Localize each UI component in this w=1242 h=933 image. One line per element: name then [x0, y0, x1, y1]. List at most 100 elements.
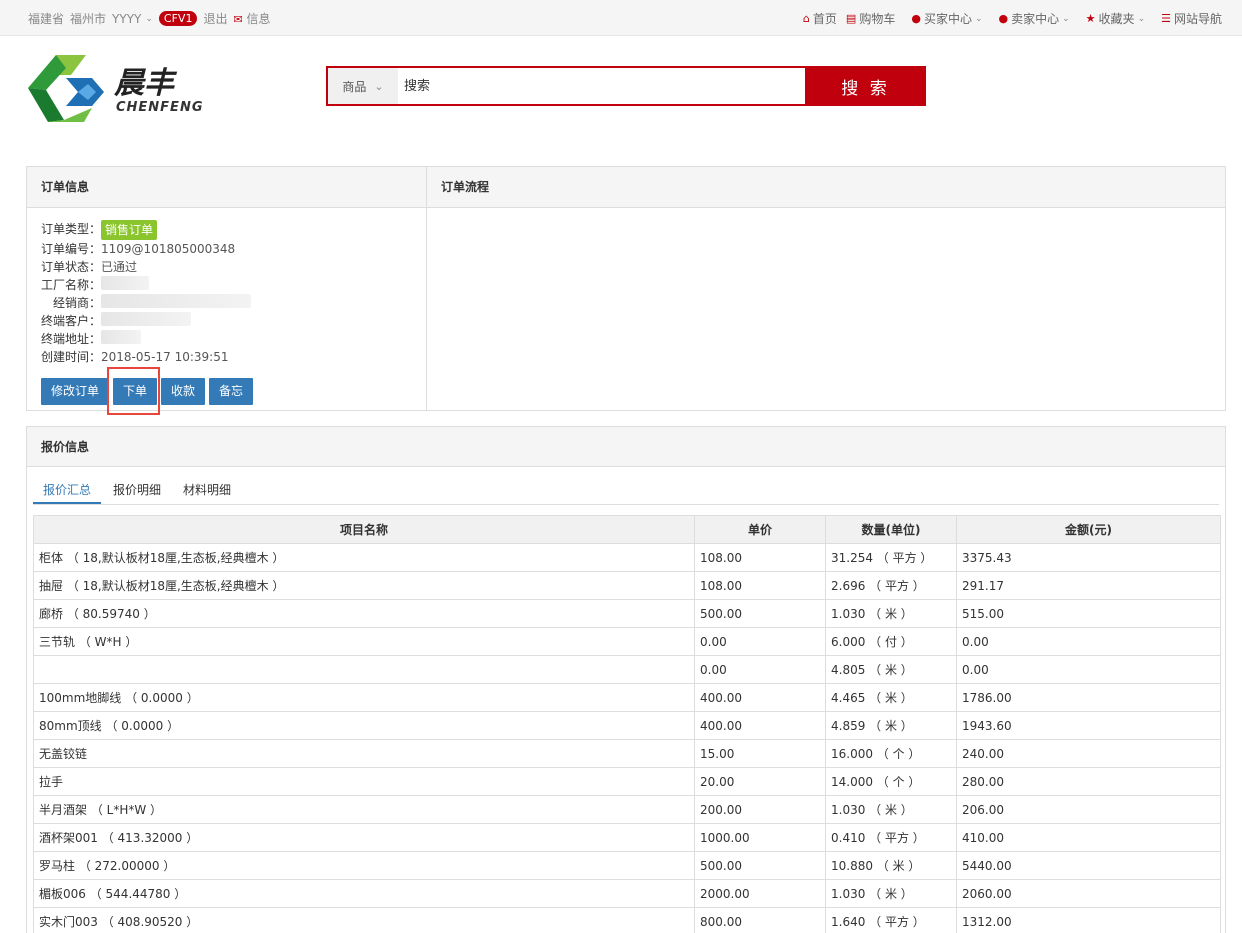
cell-unit-price: 108.00: [694, 543, 826, 572]
seller-center-menu[interactable]: ● 卖家中心 ⌄: [999, 10, 1070, 27]
cell-item-name: 无盖铰链: [33, 739, 695, 768]
table-row: 罗马柱 （ 272.00000 ） 500.00 10.880 （ 米 ） 5440.…: [33, 851, 1221, 880]
home-icon: ⌂: [802, 12, 810, 25]
search-input[interactable]: [398, 68, 805, 104]
customer-row: 终端客户：: [41, 312, 426, 330]
factory-label: 工厂名称：: [41, 278, 102, 292]
created-time-value: 2018-05-17 10:39:51: [101, 350, 229, 364]
buyer-center-label: 买家中心: [923, 12, 972, 26]
cell-item-name: 100mm地脚线 （ 0.0000 ）: [33, 683, 695, 712]
favorites-menu[interactable]: ★ 收藏夹 ⌄: [1086, 10, 1145, 27]
tab-material-detail[interactable]: 材料明细: [173, 477, 241, 504]
tab-quote-detail[interactable]: 报价明细: [103, 477, 171, 504]
col-item-name: 项目名称: [33, 515, 695, 544]
order-type-label: 订单类型：: [41, 222, 102, 236]
cell-amount: 410.00: [956, 823, 1221, 852]
table-row: 0.00 4.805 （ 米 ） 0.00: [33, 655, 1221, 684]
order-status-value: 已通过: [101, 260, 138, 274]
cell-item-name: 柜体 （ 18,默认板材18厘,生态板,经典檀木 ）: [33, 543, 695, 572]
table-row: 抽屉 （ 18,默认板材18厘,生态板,经典檀木 ） 108.00 2.696 （ …: [33, 571, 1221, 600]
home-link[interactable]: ⌂ 首页 ▤ 购物车: [803, 10, 895, 27]
city-label[interactable]: 福州市: [70, 10, 106, 27]
user-menu[interactable]: YYYY ⌄: [112, 12, 153, 26]
col-quantity: 数量(单位): [825, 515, 957, 544]
place-order-button[interactable]: 下单: [107, 367, 161, 415]
user-name: YYYY: [112, 11, 142, 26]
customer-label: 终端客户：: [41, 314, 102, 328]
redacted-value: [101, 276, 150, 290]
top-bar: 福建省 福州市 YYYY ⌄ CFV1 退出 ✉ 信息 ⌂ 首页 ▤ 购物车 ●…: [0, 0, 1242, 36]
seller-center-label: 卖家中心: [1011, 12, 1060, 26]
cell-item-name: 半月酒架 （ L*H*W ）: [33, 795, 695, 824]
factory-row: 工厂名称：: [41, 276, 426, 294]
cart-icon: ▤: [845, 12, 857, 25]
cell-amount: 280.00: [956, 767, 1221, 796]
table-row: 三节轨 （ W*H ） 0.00 6.000 （ 付 ） 0.00: [33, 627, 1221, 656]
level-badge: CFV1: [158, 11, 198, 26]
cell-quantity: 14.000 （ 个 ）: [825, 767, 957, 796]
site-logo[interactable]: 晨丰 CHENFENG: [26, 50, 226, 125]
order-flow-title: 订单流程: [427, 167, 1225, 208]
user-icon: ●: [998, 12, 1009, 25]
cell-unit-price: 0.00: [694, 655, 826, 684]
order-info-panel: 订单信息 订单类型： 销售订单 订单编号： 1109@101805000348 …: [26, 166, 427, 415]
collect-payment-button[interactable]: 收款: [161, 378, 206, 405]
order-no-row: 订单编号： 1109@101805000348: [41, 240, 426, 258]
cell-item-name: 廊桥 （ 80.59740 ）: [33, 599, 695, 628]
cell-amount: 1943.60: [956, 711, 1221, 740]
cell-quantity: 0.410 （ 平方 ）: [825, 823, 957, 852]
cell-unit-price: 1000.00: [694, 823, 826, 852]
memo-button[interactable]: 备忘: [209, 378, 254, 405]
chevron-down-icon: ⌄: [1062, 13, 1070, 24]
dealer-label: 经销商：: [53, 296, 102, 310]
address-row: 终端地址：: [41, 330, 426, 348]
cell-amount: 0.00: [956, 655, 1221, 684]
quote-title: 报价信息: [27, 427, 1225, 467]
search-button[interactable]: 搜 索: [805, 66, 926, 106]
cell-unit-price: 2000.00: [694, 879, 826, 908]
cell-item-name: 抽屉 （ 18,默认板材18厘,生态板,经典檀木 ）: [33, 571, 695, 600]
province-label[interactable]: 福建省: [28, 10, 64, 27]
messages-link[interactable]: ✉ 信息: [233, 10, 270, 27]
edit-order-button[interactable]: 修改订单: [41, 378, 110, 405]
logout-link[interactable]: 退出: [203, 10, 227, 27]
logo-english: CHENFENG: [116, 100, 204, 115]
user-icon: ●: [911, 12, 921, 25]
quote-table: 项目名称 单价 数量(单位) 金额(元) 柜体 （ 18,默认板材18厘,生态板…: [33, 515, 1221, 933]
cell-item-name: 酒杯架001 （ 413.32000 ）: [33, 823, 695, 852]
quote-tabs: 报价汇总 报价明细 材料明细: [33, 477, 1219, 505]
cell-unit-price: 20.00: [694, 767, 826, 796]
order-status-row: 订单状态： 已通过: [41, 258, 426, 276]
cell-unit-price: 800.00: [694, 907, 826, 933]
cart-label[interactable]: 购物车: [859, 10, 895, 27]
cell-quantity: 4.465 （ 米 ）: [825, 683, 957, 712]
table-row: 拉手 20.00 14.000 （ 个 ） 280.00: [33, 767, 1221, 796]
redacted-value: [101, 294, 252, 308]
cell-quantity: 4.805 （ 米 ）: [825, 655, 957, 684]
table-row: 酒杯架001 （ 413.32000 ） 1000.00 0.410 （ 平方 ） 4…: [33, 823, 1221, 852]
dealer-row: 经销商：: [41, 294, 426, 312]
chevron-down-icon: ⌄: [1137, 13, 1146, 24]
cell-quantity: 16.000 （ 个 ）: [825, 739, 957, 768]
table-row: 廊桥 （ 80.59740 ） 500.00 1.030 （ 米 ） 515.00: [33, 599, 1221, 628]
order-type-row: 订单类型： 销售订单: [41, 220, 426, 240]
col-amount: 金额(元): [956, 515, 1221, 544]
search-category-select[interactable]: 商品 ⌄: [328, 68, 398, 104]
tab-quote-summary[interactable]: 报价汇总: [33, 477, 102, 504]
buyer-center-menu[interactable]: ● 买家中心 ⌄: [911, 10, 982, 27]
order-info-title: 订单信息: [27, 167, 426, 208]
cell-amount: 5440.00: [956, 851, 1221, 880]
cell-unit-price: 15.00: [694, 739, 826, 768]
order-status-label: 订单状态：: [41, 260, 102, 274]
star-icon: ★: [1085, 12, 1096, 25]
cell-unit-price: 0.00: [694, 627, 826, 656]
site-nav-menu[interactable]: ☰ 网站导航: [1161, 10, 1222, 27]
quote-table-body: 柜体 （ 18,默认板材18厘,生态板,经典檀木 ） 108.00 31.254 （…: [33, 543, 1221, 933]
cell-quantity: 6.000 （ 付 ）: [825, 627, 957, 656]
cell-unit-price: 108.00: [694, 571, 826, 600]
cell-unit-price: 200.00: [694, 795, 826, 824]
redacted-value: [101, 330, 142, 344]
order-actions: 修改订单 下单 收款 备忘: [41, 367, 426, 415]
home-label: 首页: [812, 12, 837, 26]
address-label: 终端地址：: [41, 332, 102, 346]
